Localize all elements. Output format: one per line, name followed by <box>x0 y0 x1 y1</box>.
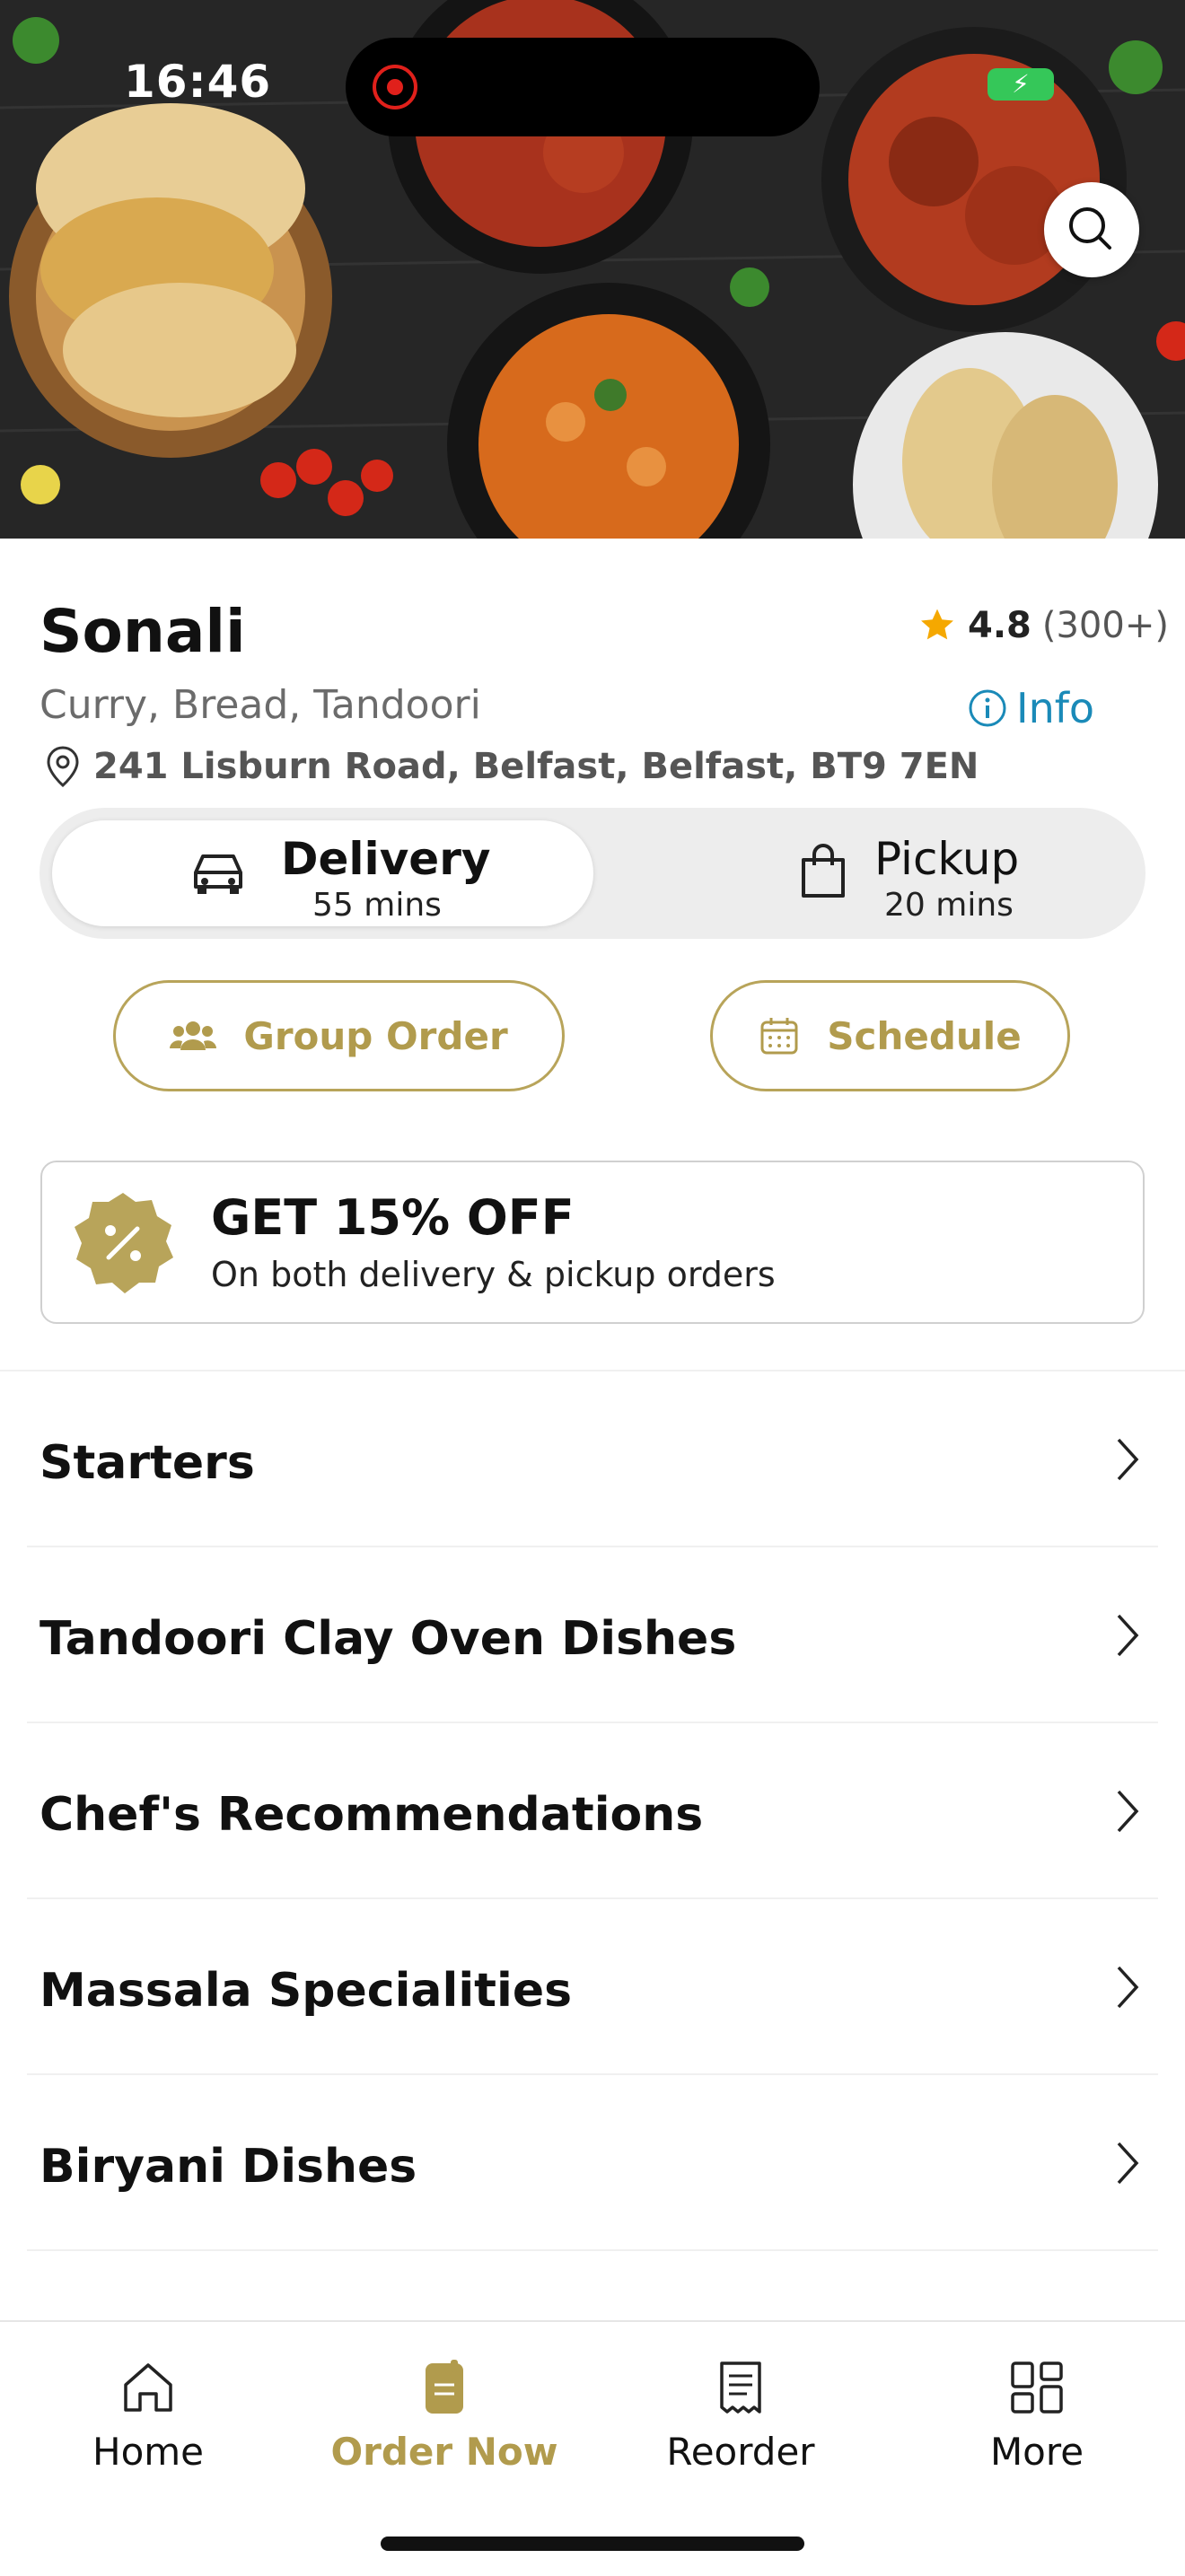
tab-label: Order Now <box>330 2430 558 2474</box>
tab-more[interactable]: More <box>920 2358 1154 2474</box>
tab-home[interactable]: Home <box>31 2358 265 2474</box>
promo-subtitle: On both delivery & pickup orders <box>211 1255 776 1294</box>
category-label: Starters <box>40 1436 255 1490</box>
car-icon <box>194 854 242 894</box>
delivery-time: 55 mins <box>312 887 442 924</box>
promo-banner[interactable]: GET 15% OFF On both delivery & pickup or… <box>40 1161 1145 1324</box>
category-starters[interactable]: Starters <box>0 1371 1185 1547</box>
cuisine-tags: Curry, Bread, Tandoori <box>40 682 481 728</box>
pickup-time: 20 mins <box>884 887 1014 924</box>
grid-icon <box>1011 2361 1063 2414</box>
schedule-button[interactable]: Schedule <box>710 980 1070 1091</box>
category-chefs-recommendations[interactable]: Chef's Recommendations <box>0 1723 1185 1899</box>
category-label: Massala Specialities <box>40 1964 573 2018</box>
address: 241 Lisburn Road, Belfast, Belfast, BT9 … <box>45 745 979 788</box>
chevron-right-icon <box>1117 1966 1139 2009</box>
receipt-icon <box>720 2361 761 2414</box>
search-button[interactable] <box>1044 182 1139 277</box>
home-icon <box>124 2363 172 2412</box>
delivery-label: Delivery <box>281 833 491 885</box>
restaurant-name: Sonali <box>40 597 246 666</box>
chevron-right-icon <box>1117 1614 1139 1657</box>
screen-recording-icon <box>373 65 417 110</box>
star-icon <box>921 609 953 640</box>
location-pin-icon <box>47 746 79 787</box>
menu-category-list: Starters Tandoori Clay Oven Dishes Chef'… <box>0 1371 1185 2251</box>
shopping-bag-icon <box>802 844 845 898</box>
address-text: 241 Lisburn Road, Belfast, Belfast, BT9 … <box>93 746 979 787</box>
pickup-option[interactable]: Pickup 20 mins <box>603 820 1133 926</box>
tab-label: Home <box>92 2430 205 2474</box>
category-label: Chef's Recommendations <box>40 1788 704 1842</box>
chevron-right-icon <box>1117 2142 1139 2185</box>
schedule-label: Schedule <box>827 1013 1022 1058</box>
dynamic-island <box>346 38 820 136</box>
discount-badge-icon <box>75 1193 173 1293</box>
category-label: Tandoori Clay Oven Dishes <box>40 1612 737 1666</box>
rating-count: (300+) <box>1041 605 1169 646</box>
hero-banner: 16:46 ⚡ <box>0 0 1185 539</box>
pickup-label: Pickup <box>874 833 1020 885</box>
tab-reorder[interactable]: Reorder <box>624 2358 857 2474</box>
rating-value: 4.8 <box>968 605 1031 646</box>
group-icon <box>170 1021 217 1050</box>
charging-bolt-icon: ⚡ <box>1012 69 1030 99</box>
category-massala-specialities[interactable]: Massala Specialities <box>0 1899 1185 2075</box>
home-indicator <box>381 2537 804 2551</box>
promo-title: GET 15% OFF <box>211 1189 575 1246</box>
delivery-option[interactable]: Delivery 55 mins <box>52 820 593 926</box>
tab-label: Reorder <box>666 2430 815 2474</box>
info-link[interactable]: Info <box>968 684 1094 732</box>
chevron-right-icon <box>1117 1790 1139 1833</box>
category-biryani-dishes[interactable]: Biryani Dishes <box>0 2075 1185 2251</box>
tab-label: More <box>989 2430 1084 2474</box>
tab-order-now[interactable]: Order Now <box>328 2358 561 2474</box>
order-icon <box>426 2360 463 2414</box>
group-order-label: Group Order <box>243 1013 508 1058</box>
rating: 4.8 (300+) <box>917 605 1169 646</box>
status-time: 16:46 <box>124 56 272 108</box>
order-mode-toggle: Delivery 55 mins Pickup 20 mins <box>40 808 1146 939</box>
category-tandoori-clay-oven-dishes[interactable]: Tandoori Clay Oven Dishes <box>0 1547 1185 1723</box>
battery-icon: ⚡ <box>988 68 1054 101</box>
info-icon <box>969 689 1006 727</box>
chevron-right-icon <box>1117 1438 1139 1481</box>
category-label: Biryani Dishes <box>40 2140 417 2194</box>
calendar-icon <box>760 1018 798 1055</box>
info-label: Info <box>1016 684 1095 732</box>
search-icon <box>1069 207 1111 250</box>
group-order-button[interactable]: Group Order <box>113 980 565 1091</box>
